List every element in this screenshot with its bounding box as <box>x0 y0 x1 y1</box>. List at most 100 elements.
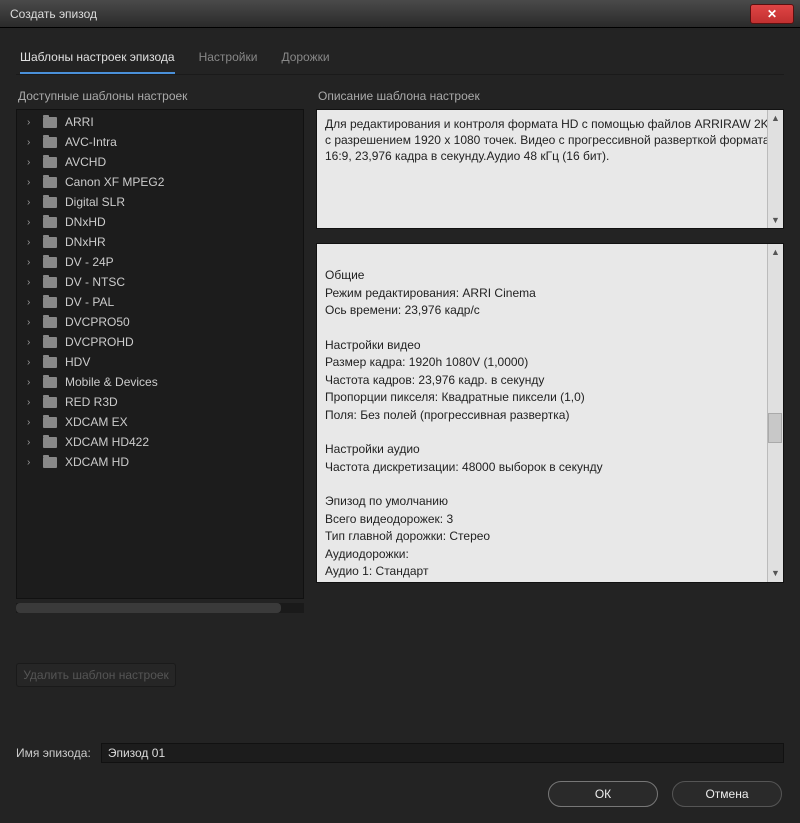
preset-folder[interactable]: › DNxHR <box>17 232 303 252</box>
folder-icon <box>43 437 57 448</box>
preset-folder-label: DV - PAL <box>65 295 114 309</box>
chevron-right-icon[interactable]: › <box>27 457 37 468</box>
preset-details-text: Общие Режим редактирования: ARRI Cinema … <box>325 268 603 583</box>
preset-description-label: Описание шаблона настроек <box>318 89 784 103</box>
folder-icon <box>43 317 57 328</box>
folder-icon <box>43 197 57 208</box>
preset-folder[interactable]: › DV - NTSC <box>17 272 303 292</box>
preset-description-panel: Описание шаблона настроек Для редактиров… <box>316 85 784 725</box>
chevron-right-icon[interactable]: › <box>27 177 37 188</box>
preset-folder[interactable]: › DVCPROHD <box>17 332 303 352</box>
scroll-down-icon[interactable]: ▼ <box>771 212 780 228</box>
description-scrollbar[interactable]: ▲ ▼ <box>767 110 783 228</box>
preset-tree[interactable]: › ARRI › AVC-Intra › AVCHD › Canon XF MPEG2 › Dig… <box>16 109 304 599</box>
preset-folder-label: HDV <box>65 355 90 369</box>
preset-details-box: Общие Режим редактирования: ARRI Cinema … <box>316 243 784 583</box>
folder-icon <box>43 397 57 408</box>
preset-folder[interactable]: ›DNxHD <box>17 212 303 232</box>
preset-folder[interactable]: › Digital SLR <box>17 192 303 212</box>
folder-icon <box>43 337 57 348</box>
folder-icon <box>43 277 57 288</box>
scroll-up-icon[interactable]: ▲ <box>771 244 780 261</box>
preset-folder[interactable]: › DV - 24P <box>17 252 303 272</box>
cancel-button[interactable]: Отмена <box>672 781 782 807</box>
folder-icon <box>43 137 57 148</box>
chevron-right-icon[interactable]: › <box>27 137 37 148</box>
chevron-right-icon[interactable]: › <box>27 437 37 448</box>
preset-folder-label: DV - NTSC <box>65 275 125 289</box>
dialog-body: Шаблоны настроек эпизода Настройки Дорож… <box>0 28 800 823</box>
available-presets-panel: Доступные шаблоны настроек › ARRI › AVC-Int… <box>16 85 304 725</box>
folder-icon <box>43 257 57 268</box>
preset-folder[interactable]: ›XDCAM HD422 <box>17 432 303 452</box>
chevron-right-icon[interactable]: › <box>27 337 37 348</box>
preset-folder-label: ARRI <box>65 115 94 129</box>
delete-preset-button: Удалить шаблон настроек <box>16 663 176 687</box>
tab-bar: Шаблоны настроек эпизода Настройки Дорож… <box>16 44 784 75</box>
chevron-right-icon[interactable]: › <box>27 197 37 208</box>
dialog-footer: ОК Отмена <box>16 781 784 807</box>
preset-folder[interactable]: › DV - PAL <box>17 292 303 312</box>
preset-folder[interactable]: › DVCPRO50 <box>17 312 303 332</box>
preset-folder-label: Digital SLR <box>65 195 125 209</box>
preset-folder-label: AVCHD <box>65 155 106 169</box>
chevron-right-icon[interactable]: › <box>27 217 37 228</box>
preset-folder-label: DVCPROHD <box>65 335 134 349</box>
preset-folder[interactable]: › Canon XF MPEG2 <box>17 172 303 192</box>
preset-folder-label: XDCAM HD <box>65 455 129 469</box>
tab-tracks[interactable]: Дорожки <box>281 50 329 74</box>
chevron-right-icon[interactable]: › <box>27 417 37 428</box>
folder-icon <box>43 297 57 308</box>
preset-folder-label: Canon XF MPEG2 <box>65 175 164 189</box>
chevron-right-icon[interactable]: › <box>27 297 37 308</box>
preset-folder-label: RED R3D <box>65 395 118 409</box>
preset-folder-label: XDCAM EX <box>65 415 128 429</box>
preset-folder-label: DNxHR <box>65 235 106 249</box>
folder-icon <box>43 357 57 368</box>
tree-h-scroll-thumb[interactable] <box>16 603 281 613</box>
preset-folder-label: DVCPRO50 <box>65 315 130 329</box>
chevron-right-icon[interactable]: › <box>27 157 37 168</box>
tree-h-scrollbar[interactable] <box>16 603 304 613</box>
scroll-down-icon[interactable]: ▼ <box>771 565 780 582</box>
folder-icon <box>43 157 57 168</box>
chevron-right-icon[interactable]: › <box>27 277 37 288</box>
titlebar: Создать эпизод ✕ <box>0 0 800 28</box>
preset-folder[interactable]: › AVCHD <box>17 152 303 172</box>
preset-folder[interactable]: › HDV <box>17 352 303 372</box>
available-presets-label: Доступные шаблоны настроек <box>18 89 304 103</box>
close-icon: ✕ <box>767 7 777 21</box>
chevron-right-icon[interactable]: › <box>27 377 37 388</box>
chevron-right-icon[interactable]: › <box>27 397 37 408</box>
sequence-name-row: Имя эпизода: <box>16 743 784 763</box>
scroll-up-icon[interactable]: ▲ <box>771 110 780 126</box>
preset-folder[interactable]: ›Mobile & Devices <box>17 372 303 392</box>
preset-folder[interactable]: › XDCAM HD <box>17 452 303 472</box>
folder-icon <box>43 217 57 228</box>
folder-icon <box>43 177 57 188</box>
preset-folder[interactable]: › ARRI <box>17 112 303 132</box>
chevron-right-icon[interactable]: › <box>27 357 37 368</box>
panels: Доступные шаблоны настроек › ARRI › AVC-Int… <box>16 85 784 725</box>
window-title: Создать эпизод <box>10 7 97 21</box>
close-button[interactable]: ✕ <box>750 4 794 24</box>
chevron-right-icon[interactable]: › <box>27 317 37 328</box>
tab-presets[interactable]: Шаблоны настроек эпизода <box>20 50 175 74</box>
chevron-right-icon[interactable]: › <box>27 257 37 268</box>
details-scroll-thumb[interactable] <box>768 413 782 443</box>
preset-folder[interactable]: › AVC-Intra <box>17 132 303 152</box>
folder-icon <box>43 377 57 388</box>
preset-folder[interactable]: › XDCAM EX <box>17 412 303 432</box>
preset-folder[interactable]: › RED R3D <box>17 392 303 412</box>
preset-folder-label: AVC-Intra <box>65 135 117 149</box>
chevron-right-icon[interactable]: › <box>27 117 37 128</box>
sequence-name-input[interactable] <box>101 743 784 763</box>
ok-button[interactable]: ОК <box>548 781 658 807</box>
folder-icon <box>43 237 57 248</box>
chevron-right-icon[interactable]: › <box>27 237 37 248</box>
sequence-name-label: Имя эпизода: <box>16 746 91 760</box>
details-scrollbar[interactable]: ▲ ▼ <box>767 244 783 582</box>
preset-folder-label: DV - 24P <box>65 255 114 269</box>
folder-icon <box>43 417 57 428</box>
tab-settings[interactable]: Настройки <box>199 50 258 74</box>
